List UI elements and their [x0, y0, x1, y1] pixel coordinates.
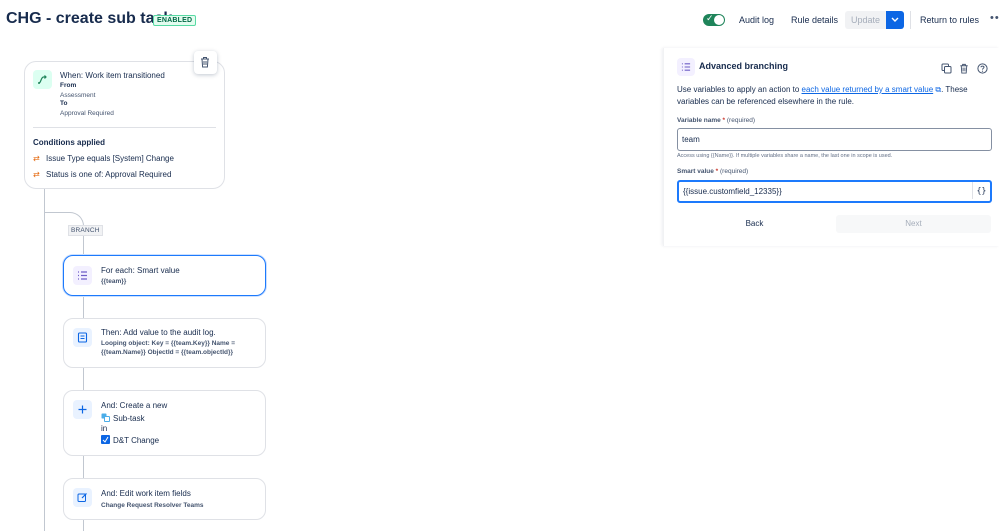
condition-item[interactable]: ⇄ Status is one of: Approval Required: [33, 170, 171, 179]
more-icon[interactable]: •••: [990, 12, 999, 24]
component-detail: Change Request Resolver Teams: [101, 502, 204, 509]
variable-name-label: Variable name * (required): [677, 117, 755, 124]
variable-name-input[interactable]: team: [677, 128, 992, 151]
audit-log-icon: [73, 328, 92, 347]
required-marker: *: [722, 117, 726, 124]
component-title: And: Create a new: [101, 401, 168, 410]
component-title: And: Edit work item fields: [101, 489, 191, 498]
component-title: For each: Smart value: [101, 266, 180, 275]
update-button[interactable]: Update: [845, 11, 886, 29]
trash-icon[interactable]: [959, 61, 971, 74]
in-label: in: [101, 424, 108, 433]
update-dropdown-button[interactable]: [886, 11, 904, 29]
label-text: Smart value: [677, 168, 714, 175]
chevron-down-icon: [891, 17, 899, 22]
divider: [33, 127, 216, 128]
delete-trigger-button[interactable]: [194, 51, 217, 74]
for-each-branch-card[interactable]: For each: Smart value {{team}}: [63, 255, 266, 296]
rule-enabled-toggle[interactable]: ✓: [703, 13, 725, 26]
return-to-rules-button[interactable]: Return to rules: [920, 12, 979, 29]
condition-icon: ⇄: [33, 170, 40, 179]
condition-item[interactable]: ⇄ Issue Type equals [System] Change: [33, 154, 174, 163]
next-button[interactable]: Next: [836, 215, 991, 233]
smart-value-input[interactable]: {{issue.customfield_12335}}: [677, 180, 992, 203]
panel-title: Advanced branching: [699, 61, 789, 71]
trigger-title: When: Work item transitioned: [60, 71, 165, 80]
rule-details-button[interactable]: Rule details: [791, 12, 838, 29]
panel-description: Use variables to apply an action to each…: [677, 84, 991, 108]
variable-name-help: Access using {{Name}}. If multiple varia…: [677, 153, 893, 159]
smart-value-label: Smart value * (required): [677, 168, 748, 175]
component-detail: {{team}}: [101, 278, 127, 285]
transition-icon: [38, 75, 47, 84]
required-text: (required): [726, 117, 756, 124]
create-item-action-card[interactable]: And: Create a new Sub-task in D&T Change: [63, 390, 266, 456]
description-text: Use variables to apply an action to: [677, 85, 802, 94]
conditions-title: Conditions applied: [33, 138, 105, 147]
component-detail-line: {{team.Name}} ObjectId = {{team.objectId…: [101, 349, 234, 356]
toggle-knob: [714, 15, 724, 25]
issue-type-label: Sub-task: [113, 414, 145, 423]
condition-label: Issue Type equals [System] Change: [46, 154, 174, 163]
subtask-icon: [101, 413, 110, 422]
plus-icon: [73, 400, 92, 419]
issue-type-line: Sub-task: [101, 413, 145, 423]
edit-icon: [73, 488, 92, 507]
required-text: (required): [720, 168, 749, 175]
trigger-from-label: From: [60, 82, 77, 89]
smart-value-docs-link[interactable]: each value returned by a smart value: [802, 85, 934, 94]
trigger-from-value: Assessment: [60, 92, 96, 99]
audit-log-action-card[interactable]: Then: Add value to the audit log. Loopin…: [63, 318, 266, 368]
help-icon[interactable]: [977, 61, 989, 74]
project-label: D&T Change: [113, 436, 160, 445]
condition-icon: ⇄: [33, 154, 40, 163]
branch-label: BRANCH: [68, 225, 103, 236]
condition-label: Status is one of: Approval Required: [46, 170, 172, 179]
external-link-icon[interactable]: ⧉: [933, 85, 941, 94]
component-title: Then: Add value to the audit log.: [101, 328, 216, 337]
smart-value-braces-button[interactable]: {}: [972, 182, 990, 199]
top-bar: CHG - create sub task ENABLED ✓ Audit lo…: [0, 0, 999, 40]
duplicate-icon[interactable]: [941, 61, 953, 74]
check-icon: ✓: [706, 13, 714, 23]
trigger-icon: [33, 70, 52, 89]
list-icon: [677, 58, 695, 76]
required-marker: *: [715, 168, 719, 175]
list-icon: [73, 266, 92, 285]
trash-icon: [201, 57, 209, 68]
trigger-to-label: To: [60, 100, 68, 107]
project-icon: [101, 435, 110, 444]
label-text: Variable name: [677, 117, 721, 124]
audit-log-button[interactable]: Audit log: [739, 12, 774, 29]
trigger-to-value: Approval Required: [60, 110, 114, 117]
edit-fields-action-card[interactable]: And: Edit work item fields Change Reques…: [63, 478, 266, 520]
rule-title: CHG - create sub task: [6, 10, 173, 27]
status-badge: ENABLED: [153, 15, 197, 26]
project-line: D&T Change: [101, 435, 159, 445]
back-button[interactable]: Back: [677, 215, 832, 233]
divider: [910, 11, 911, 29]
